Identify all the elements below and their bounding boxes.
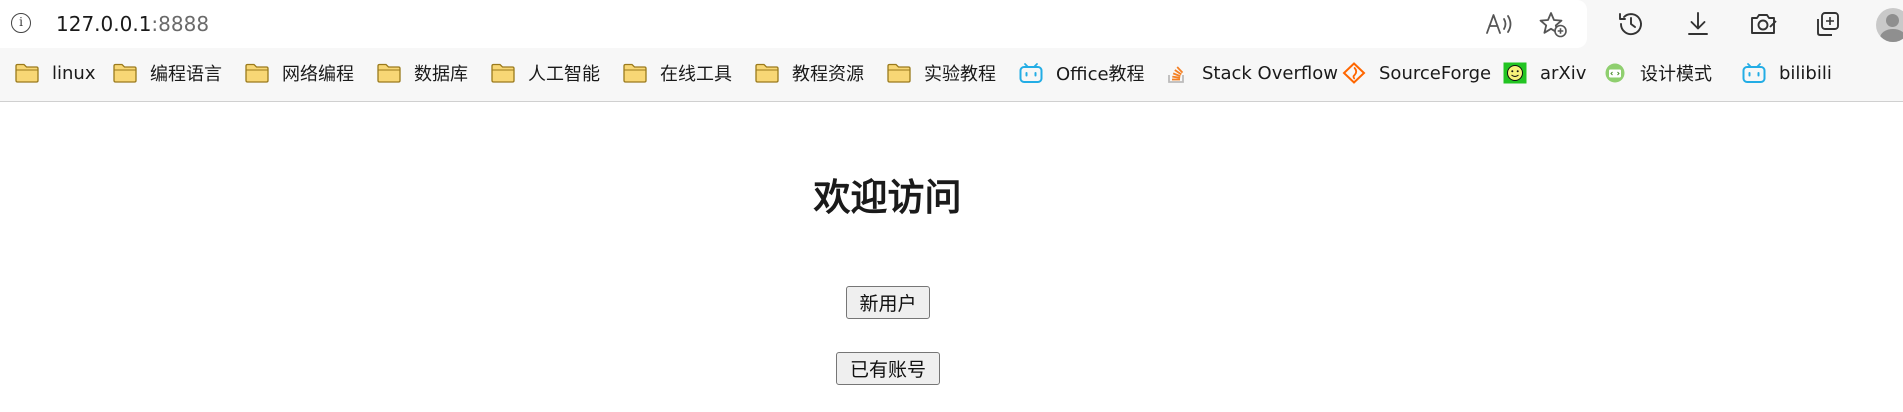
folder-icon	[490, 62, 516, 84]
folder-icon	[886, 62, 912, 84]
folder-icon	[14, 62, 40, 84]
download-icon[interactable]	[1681, 9, 1715, 39]
arxiv-icon	[1502, 62, 1528, 84]
existing-account-button[interactable]: 已有账号	[836, 352, 940, 385]
bookmark-label: 数据库	[414, 64, 468, 85]
bookmark-label: 在线工具	[660, 64, 732, 85]
screenshot-icon[interactable]	[1746, 9, 1780, 39]
bookmark-label: SourceForge	[1379, 62, 1492, 84]
url-text[interactable]: 127.0.0.1:8888	[56, 11, 209, 37]
bookmark-network-programming[interactable]: 网络编程	[244, 58, 354, 88]
bookmark-tutorial-resources[interactable]: 教程资源	[754, 58, 864, 88]
sourceforge-icon	[1341, 62, 1367, 84]
bookmark-sourceforge[interactable]: SourceForge	[1341, 58, 1491, 88]
bookmark-label: 编程语言	[150, 64, 222, 85]
collections-icon[interactable]	[1810, 9, 1844, 39]
info-icon[interactable]: i	[11, 13, 31, 33]
history-icon[interactable]	[1614, 9, 1648, 39]
bookmark-database[interactable]: 数据库	[376, 58, 468, 88]
stackoverflow-icon	[1164, 62, 1190, 84]
bookmark-stack-overflow[interactable]: Stack Overflow	[1164, 58, 1338, 88]
bookmarks-bar: linux 编程语言 网络编程 数据库 人工智能 在线工具 教程资源 实验教程 …	[0, 48, 1903, 102]
folder-icon	[244, 62, 270, 84]
folder-icon	[112, 62, 138, 84]
bookmark-label: 实验教程	[924, 64, 996, 85]
bookmark-lab-tutorials[interactable]: 实验教程	[886, 58, 996, 88]
design-patterns-icon	[1602, 62, 1628, 84]
bookmark-online-tools[interactable]: 在线工具	[622, 58, 732, 88]
bilibili-icon	[1018, 62, 1044, 84]
bookmark-bilibili[interactable]: bilibili	[1741, 58, 1832, 88]
favorite-add-icon[interactable]	[1538, 10, 1568, 38]
bookmark-label: 人工智能	[528, 64, 600, 85]
bookmark-office-tutorial[interactable]: Office教程	[1018, 58, 1145, 88]
url-host: 127.0.0.1	[56, 12, 152, 36]
bilibili-icon	[1741, 62, 1767, 84]
page-title: 欢迎访问	[813, 176, 962, 219]
bookmark-arxiv[interactable]: arXiv	[1502, 58, 1586, 88]
bookmark-label: 设计模式	[1640, 64, 1712, 85]
bookmark-label: Stack Overflow	[1202, 62, 1338, 84]
browser-toolbar: i 127.0.0.1:8888	[0, 0, 1903, 48]
profile-avatar[interactable]	[1876, 8, 1903, 42]
bookmark-ai[interactable]: 人工智能	[490, 58, 600, 88]
address-bar[interactable]: i 127.0.0.1:8888	[0, 0, 1587, 48]
folder-icon	[754, 62, 780, 84]
bookmark-label: bilibili	[1779, 62, 1832, 84]
bookmark-label: linux	[52, 62, 96, 84]
bookmark-design-patterns[interactable]: 设计模式	[1602, 58, 1712, 88]
folder-icon	[622, 62, 648, 84]
bookmark-label: 网络编程	[282, 64, 354, 85]
new-user-button[interactable]: 新用户	[846, 286, 930, 319]
bookmark-label: arXiv	[1540, 62, 1587, 84]
bookmark-label: Office教程	[1056, 64, 1145, 85]
bookmark-linux[interactable]: linux	[14, 58, 95, 88]
bookmark-programming-languages[interactable]: 编程语言	[112, 58, 222, 88]
read-aloud-icon[interactable]	[1484, 10, 1514, 38]
folder-icon	[376, 62, 402, 84]
bookmark-label: 教程资源	[792, 64, 864, 85]
url-port: :8888	[151, 12, 210, 36]
